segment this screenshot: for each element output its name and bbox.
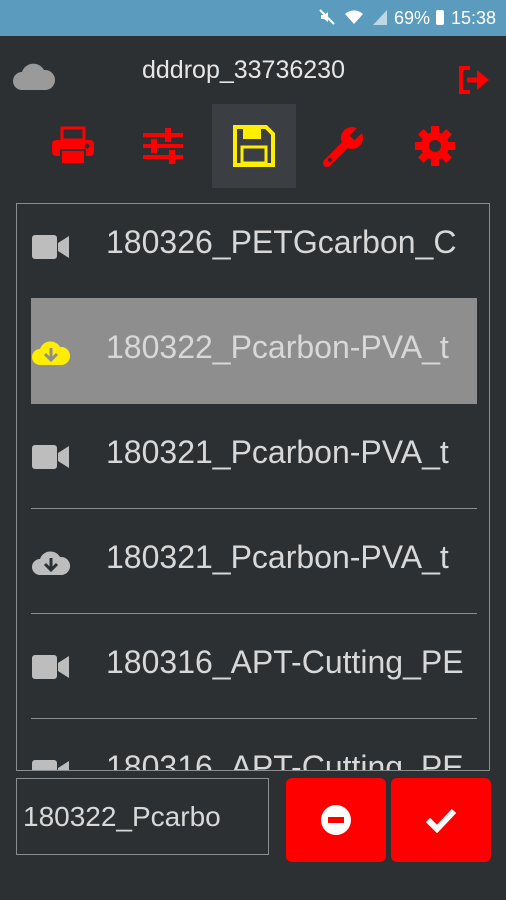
filename-field[interactable] xyxy=(16,778,269,855)
floppy-icon xyxy=(233,125,275,167)
check-icon xyxy=(425,808,457,833)
file-name: 180326_PETGcarbon_C xyxy=(106,224,457,260)
toolbar xyxy=(0,104,506,188)
battery-percent: 69% xyxy=(393,8,430,28)
cloud-icon xyxy=(13,63,56,90)
cloud-download-icon xyxy=(32,551,71,575)
file-name: 180321_Pcarbon-PVA_t xyxy=(106,539,449,575)
list-item[interactable]: 180321_Pcarbon-PVA_t xyxy=(31,509,477,614)
file-list[interactable]: 180326_PETGcarbon_C 180322_Pcarbon-PVA_t… xyxy=(16,203,490,771)
status-icons xyxy=(318,8,388,26)
list-item[interactable]: 180316_APT-Cutting_PE xyxy=(31,614,477,719)
tab-adjust[interactable] xyxy=(121,104,205,188)
file-name: 180322_Pcarbon-PVA_t xyxy=(106,329,449,365)
tab-tools[interactable] xyxy=(302,104,386,188)
confirm-button[interactable] xyxy=(391,778,491,862)
status-bar: 69% 15:38 xyxy=(0,0,506,36)
list-item[interactable]: 180326_PETGcarbon_C xyxy=(31,204,477,299)
tab-print[interactable] xyxy=(31,104,115,188)
mute-icon xyxy=(319,9,335,25)
video-camera-icon xyxy=(32,760,69,770)
file-name: 180316_APT-Cutting_PE xyxy=(106,644,464,680)
printer-icon xyxy=(52,126,94,165)
delete-button[interactable] xyxy=(286,778,386,862)
wifi-icon xyxy=(345,10,363,24)
page-title: dddrop_33736230 xyxy=(142,56,345,84)
file-name: 180321_Pcarbon-PVA_t xyxy=(106,434,449,470)
tab-save[interactable] xyxy=(212,104,296,188)
clock: 15:38 xyxy=(450,8,496,28)
list-item[interactable]: 180316_APT-Cutting_PE xyxy=(31,719,477,771)
gear-icon xyxy=(415,126,455,166)
wrench-icon xyxy=(323,123,367,167)
video-camera-icon xyxy=(32,655,69,679)
minus-circle-icon xyxy=(321,805,351,835)
list-item[interactable]: 180321_Pcarbon-PVA_t xyxy=(31,404,477,509)
cloud-download-icon xyxy=(32,341,71,365)
logout-icon[interactable] xyxy=(457,64,491,96)
signal-icon xyxy=(373,10,387,25)
sliders-icon xyxy=(143,128,183,164)
filename-input[interactable] xyxy=(17,779,268,854)
tab-settings[interactable] xyxy=(393,104,477,188)
video-camera-icon xyxy=(32,445,69,469)
list-item-selected[interactable]: 180322_Pcarbon-PVA_t xyxy=(31,299,477,404)
battery-icon xyxy=(436,10,444,25)
video-camera-icon xyxy=(32,235,69,259)
file-name: 180316_APT-Cutting_PE xyxy=(106,749,464,771)
